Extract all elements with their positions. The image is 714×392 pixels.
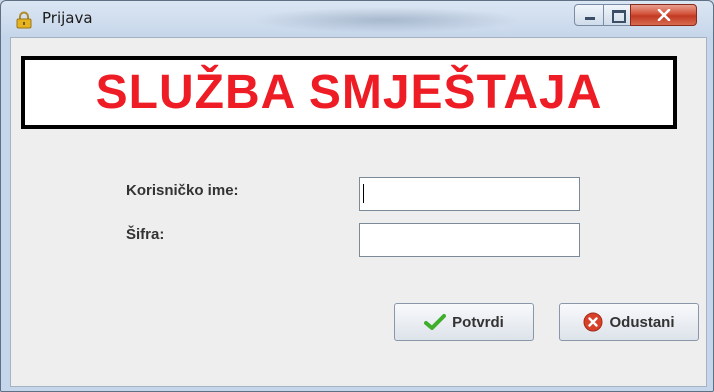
title-bar-reflection [251,7,521,33]
confirm-button[interactable]: Potvrdi [394,303,534,341]
close-icon [657,9,671,21]
cancel-label: Odustani [609,313,675,331]
banner-title: SLUŽBA SMJEŠTAJA [95,66,603,119]
cancel-button[interactable]: Odustani [559,303,699,341]
confirm-label: Potvrdi [452,313,504,331]
text-caret [363,184,364,203]
minimize-icon [585,17,595,20]
username-label: Korisničko ime: [126,182,239,199]
window-title: Prijava [42,9,93,27]
title-bar[interactable]: Prijava [1,1,713,37]
password-label: Šifra: [126,226,165,243]
lock-icon [15,11,33,29]
login-window: Prijava SLUŽBA SMJEŠTAJA Korisničko ime:… [0,0,714,392]
checkmark-icon [424,314,447,330]
cancel-icon [583,312,603,332]
username-input[interactable] [359,177,580,211]
maximize-icon [612,10,626,23]
maximize-button[interactable] [603,4,631,26]
password-input[interactable] [359,223,580,257]
app-banner: SLUŽBA SMJEŠTAJA [21,56,677,129]
close-button[interactable] [630,4,697,26]
minimize-button[interactable] [574,4,604,26]
